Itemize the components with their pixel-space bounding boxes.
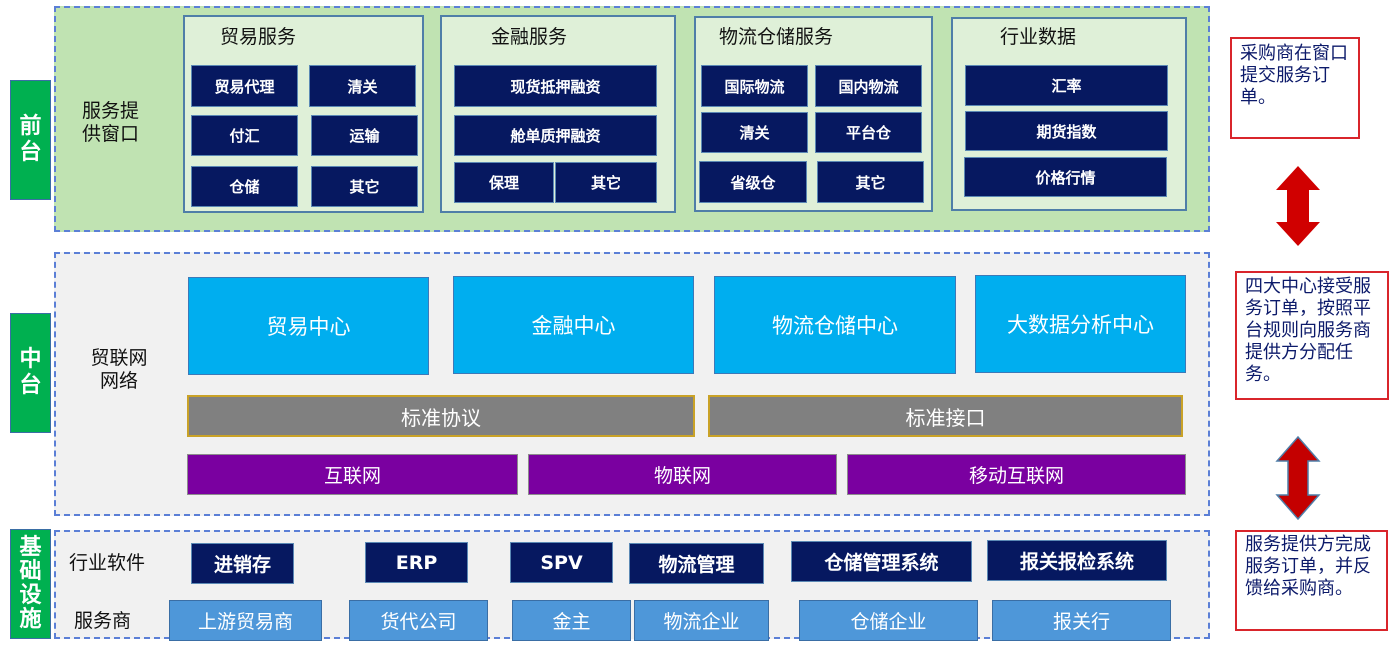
standard-protocol[interactable]: 标准协议 — [187, 395, 695, 437]
service-item[interactable]: 舱单质押融资 — [454, 115, 657, 156]
service-item[interactable]: 清关 — [309, 65, 416, 107]
software-item[interactable]: 进销存 — [191, 543, 294, 584]
provider-item[interactable]: 上游贸易商 — [169, 600, 322, 641]
group-title-trade: 贸易服务 — [220, 26, 297, 48]
tier-label-front: 前台 — [10, 80, 51, 200]
tier-label-front-text: 前台 — [19, 114, 42, 165]
double-arrow-icon-svg — [1275, 436, 1321, 520]
standard-interface[interactable]: 标准接口 — [708, 395, 1183, 437]
double-arrow-icon-svg — [1276, 166, 1320, 246]
service-item[interactable]: 国内物流 — [815, 65, 922, 107]
software-item[interactable]: 仓储管理系统 — [791, 541, 972, 582]
service-item[interactable]: 其它 — [817, 161, 924, 203]
service-item[interactable]: 其它 — [311, 166, 418, 207]
software-item[interactable]: SPV — [510, 542, 613, 583]
provider-item[interactable]: 物流企业 — [634, 600, 769, 641]
tier-label-base-text: 基础设施 — [19, 535, 42, 632]
note-complete-order: 服务提供方完成服务订单，并反馈给采购商。 — [1235, 530, 1388, 631]
service-item[interactable]: 省级仓 — [699, 161, 807, 203]
service-item[interactable]: 运输 — [311, 115, 418, 156]
provider-item[interactable]: 金主 — [512, 600, 631, 641]
double-arrow-icon — [1275, 166, 1321, 246]
note-assign-tasks: 四大中心接受服务订单，按照平台规则向服务商提供方分配任务。 — [1235, 271, 1389, 400]
service-item[interactable]: 付汇 — [191, 115, 298, 156]
service-item[interactable]: 国际物流 — [701, 65, 808, 107]
service-item[interactable]: 贸易代理 — [191, 65, 298, 107]
provider-item[interactable]: 货代公司 — [349, 600, 488, 641]
service-item[interactable]: 现货抵押融资 — [454, 65, 657, 107]
tier-label-middle-text: 中台 — [19, 347, 42, 398]
service-item[interactable]: 保理 — [454, 162, 554, 203]
tier-label-base: 基础设施 — [10, 529, 51, 639]
network-label: 贸联网网络 — [90, 347, 148, 392]
software-item[interactable]: 物流管理 — [629, 543, 764, 584]
front-window-label: 服务提供窗口 — [82, 100, 140, 145]
network-iot[interactable]: 物联网 — [528, 454, 837, 495]
service-item[interactable]: 平台仓 — [815, 112, 922, 153]
double-arrow-icon — [1275, 436, 1321, 520]
service-item[interactable]: 其它 — [555, 162, 657, 203]
provider-item[interactable]: 报关行 — [992, 600, 1171, 641]
note-submit-order: 采购商在窗口提交服务订单。 — [1230, 37, 1360, 139]
group-title-data: 行业数据 — [1000, 26, 1077, 48]
software-label: 行业软件 — [69, 552, 146, 574]
provider-label: 服务商 — [74, 610, 132, 632]
service-item[interactable]: 价格行情 — [964, 157, 1167, 197]
center-logistics[interactable]: 物流仓储中心 — [714, 276, 956, 374]
group-title-logistics: 物流仓储服务 — [719, 26, 834, 48]
network-mobile[interactable]: 移动互联网 — [847, 454, 1186, 495]
service-item[interactable]: 汇率 — [965, 65, 1168, 106]
provider-item[interactable]: 仓储企业 — [799, 600, 978, 641]
group-title-finance: 金融服务 — [491, 26, 568, 48]
network-internet[interactable]: 互联网 — [187, 454, 518, 495]
software-item[interactable]: 报关报检系统 — [987, 540, 1167, 581]
service-item[interactable]: 仓储 — [191, 166, 298, 207]
center-trade[interactable]: 贸易中心 — [188, 277, 429, 375]
center-finance[interactable]: 金融中心 — [453, 276, 694, 374]
service-item[interactable]: 清关 — [701, 112, 808, 153]
service-item[interactable]: 期货指数 — [965, 111, 1168, 151]
software-item[interactable]: ERP — [365, 542, 468, 583]
tier-label-middle: 中台 — [10, 313, 51, 433]
center-bigdata[interactable]: 大数据分析中心 — [975, 275, 1186, 373]
